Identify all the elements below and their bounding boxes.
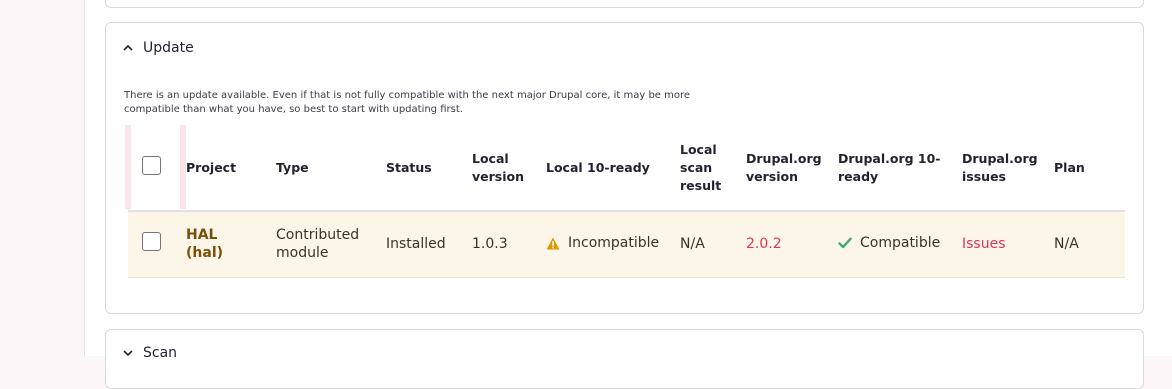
row-select-cell — [128, 211, 178, 278]
warning-triangle-icon — [546, 237, 560, 249]
update-description: There is an update available. Even if th… — [124, 90, 691, 115]
scan-section-toggle[interactable]: Scan — [122, 345, 177, 361]
local-10-ready-text: Incompatible — [568, 235, 660, 251]
plan-cell: N/A — [1046, 211, 1125, 278]
project-machine-name: (hal) — [186, 245, 224, 262]
row-select-checkbox[interactable] — [142, 232, 161, 252]
header-status: Status — [378, 125, 464, 212]
previous-section-card — [105, 0, 1144, 8]
drupal-org-10-ready-cell: Compatible — [830, 211, 954, 278]
select-all-header — [128, 125, 178, 212]
table-row: HAL (hal) Contributed module Installed 1… — [128, 211, 1125, 278]
header-local-scan-result: Local scan result — [672, 125, 738, 212]
local-10-ready-cell: Incompatible — [538, 211, 672, 278]
drupal-org-issues-link[interactable]: Issues — [962, 236, 1006, 252]
chevron-up-icon — [123, 44, 133, 51]
update-section-toggle[interactable]: Update — [122, 40, 194, 56]
update-section-title: Update — [143, 40, 194, 56]
header-local-version: Local version — [464, 125, 538, 212]
drupal-org-issues-cell: Issues — [954, 211, 1046, 278]
project-cell: HAL (hal) — [178, 211, 268, 278]
drupal-org-10-ready-text: Compatible — [860, 235, 941, 252]
drupal-org-version-cell: 2.0.2 — [738, 211, 830, 278]
update-projects-table: Project Type Status Local version Local … — [128, 125, 1125, 278]
scan-section: Scan — [105, 329, 1144, 389]
header-plan: Plan — [1046, 125, 1125, 212]
header-type: Type — [268, 125, 378, 212]
project-link[interactable]: HAL (hal) — [186, 227, 223, 261]
header-drupal-org-10-ready: Drupal.org 10-ready — [830, 125, 954, 212]
checkmark-icon — [838, 237, 852, 249]
scan-section-title: Scan — [143, 345, 178, 361]
select-all-checkbox[interactable] — [142, 155, 161, 175]
chevron-down-icon — [123, 350, 133, 357]
project-name: HAL — [186, 227, 218, 244]
status-cell: Installed — [378, 211, 464, 278]
header-local-10-ready: Local 10-ready — [538, 125, 672, 212]
header-drupal-org-issues: Drupal.org issues — [954, 125, 1046, 212]
header-project: Project — [178, 125, 268, 212]
header-drupal-org-version: Drupal.org version — [738, 125, 830, 212]
drupal-org-version-link[interactable]: 2.0.2 — [746, 236, 782, 252]
local-scan-result-cell: N/A — [672, 211, 738, 278]
local-version-cell: 1.0.3 — [464, 211, 538, 278]
type-cell: Contributed module — [268, 211, 378, 278]
table-header-row: Project Type Status Local version Local … — [128, 125, 1125, 212]
